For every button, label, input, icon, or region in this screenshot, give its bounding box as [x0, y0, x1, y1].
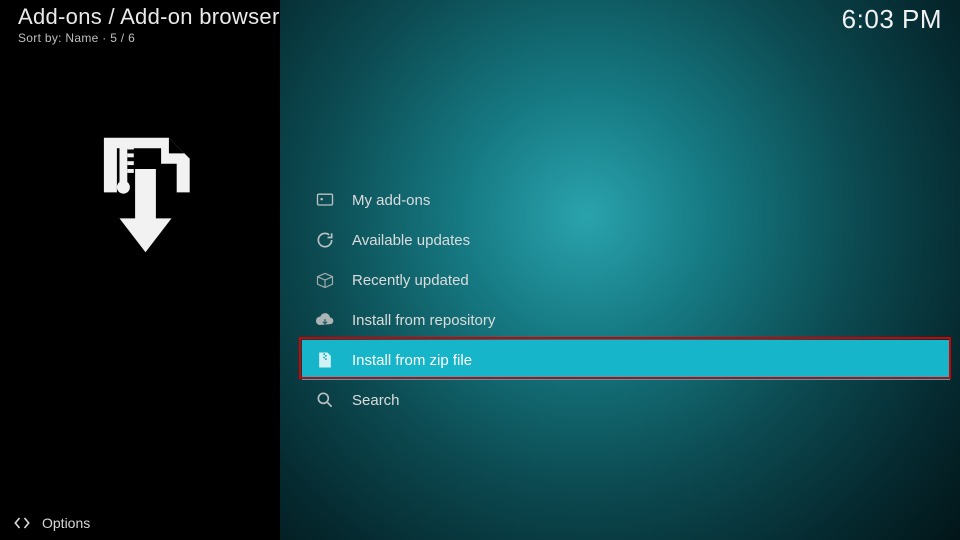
zip-icon — [314, 349, 336, 371]
menu-list: My add-ons Available updates Recently up… — [302, 180, 950, 420]
sort-line: Sort by: Name · 5 / 6 — [18, 31, 280, 45]
menu-item-label: Available updates — [352, 232, 470, 249]
menu-item-search[interactable]: Search — [302, 380, 950, 420]
menu-item-label: Install from zip file — [352, 352, 472, 369]
options-button[interactable]: Options — [0, 506, 280, 540]
menu-item-label: Search — [352, 392, 400, 409]
list-position: 5 / 6 — [110, 31, 135, 45]
addon-icon — [314, 189, 336, 211]
refresh-icon — [314, 229, 336, 251]
left-sidebar — [0, 0, 280, 540]
zip-download-illustration-icon — [78, 130, 213, 260]
header: Add-ons / Add-on browser Sort by: Name ·… — [18, 4, 942, 45]
sort-sep: · — [102, 31, 110, 45]
menu-item-install-from-zip[interactable]: Install from zip file — [302, 340, 950, 380]
menu-item-install-from-repository[interactable]: Install from repository — [302, 300, 950, 340]
menu-item-label: Recently updated — [352, 272, 469, 289]
options-arrows-icon — [12, 513, 32, 533]
menu-item-label: Install from repository — [352, 312, 495, 329]
menu-item-my-addons[interactable]: My add-ons — [302, 180, 950, 220]
options-label: Options — [42, 515, 90, 531]
clock: 6:03 PM — [842, 4, 942, 45]
header-left: Add-ons / Add-on browser Sort by: Name ·… — [18, 4, 280, 45]
cloud-download-icon — [314, 309, 336, 331]
sort-value: Name — [65, 31, 98, 45]
menu-item-recently-updated[interactable]: Recently updated — [302, 260, 950, 300]
sort-prefix: Sort by: — [18, 31, 62, 45]
breadcrumb: Add-ons / Add-on browser — [18, 4, 280, 30]
search-icon — [314, 389, 336, 411]
menu-item-available-updates[interactable]: Available updates — [302, 220, 950, 260]
menu-item-label: My add-ons — [352, 192, 430, 209]
box-icon — [314, 269, 336, 291]
